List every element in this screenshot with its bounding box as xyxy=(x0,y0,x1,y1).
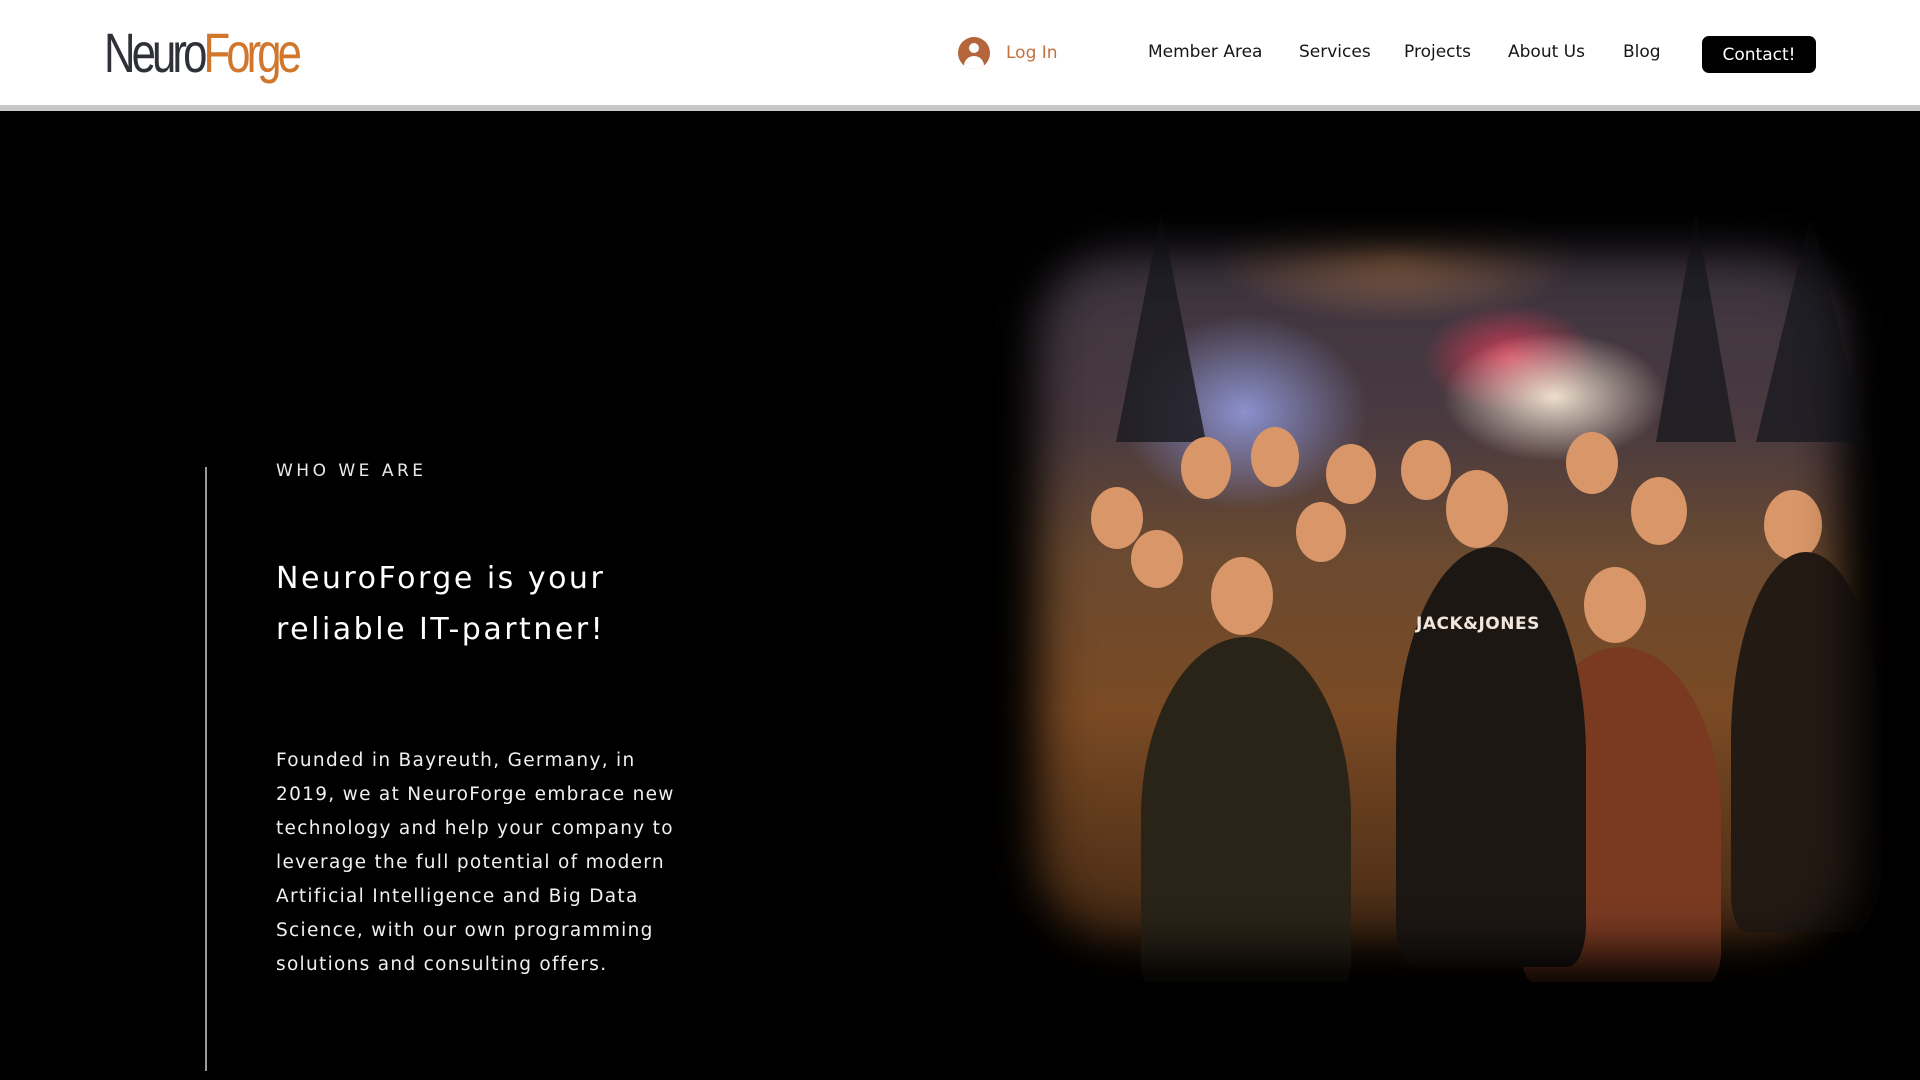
section-headline: NeuroForge is your reliable IT-partner! xyxy=(276,561,606,647)
neuroforge-logo[interactable]: NeuroForge xyxy=(104,21,302,84)
section-eyebrow: WHO WE ARE xyxy=(276,461,427,481)
nav-projects[interactable]: Projects xyxy=(1404,42,1471,62)
login-button[interactable]: Log In xyxy=(958,36,1058,70)
nav-about-us[interactable]: About Us xyxy=(1508,42,1585,62)
section-divider-line xyxy=(205,467,207,1071)
contact-button[interactable]: Contact! xyxy=(1702,36,1816,73)
nav-member-area[interactable]: Member Area xyxy=(1148,42,1262,62)
site-header: NeuroForge Log In Member Area Services P… xyxy=(0,0,1920,111)
user-avatar-icon xyxy=(958,37,990,69)
nav-blog[interactable]: Blog xyxy=(1623,42,1661,62)
team-photo: JACK&JONES xyxy=(996,212,1882,982)
section-paragraph: Founded in Bayreuth, Germany, in 2019, w… xyxy=(276,750,675,975)
logo-neuro: Neuro xyxy=(104,21,207,84)
nav-services[interactable]: Services xyxy=(1299,42,1371,62)
photo-vignette xyxy=(996,212,1882,982)
login-label: Log In xyxy=(1006,43,1058,63)
logo-forge: Forge xyxy=(203,21,302,84)
